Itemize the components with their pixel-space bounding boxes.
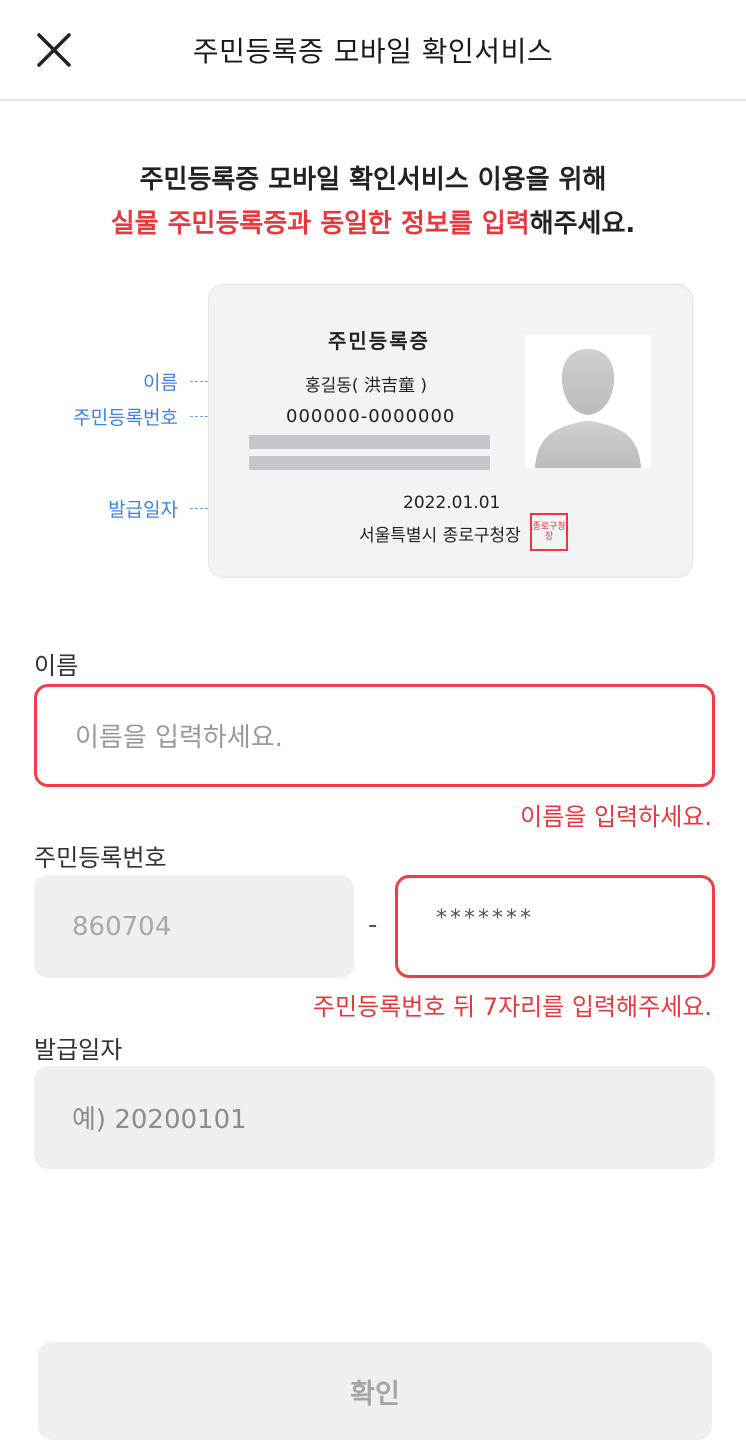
intro-highlight: 실물 주민등록증과 동일한 정보를 입력 — [110, 209, 530, 239]
card-address-bar — [249, 456, 490, 470]
rrn-error-message: 주민등록번호 뒤 7자리를 입력해주세요. — [312, 993, 712, 1021]
issue-date-input[interactable]: 예) 20200101 — [34, 1066, 715, 1169]
card-label-rrn: 주민등록번호 — [73, 407, 178, 429]
rrn-separator: - — [368, 910, 378, 940]
card-name: 홍길동( 洪吉童 ) — [305, 376, 427, 396]
issue-date-placeholder: 예) 20200101 — [72, 1105, 247, 1135]
seal-stamp-icon: 종로구청장 — [530, 513, 568, 551]
card-rrn: 000000-0000000 — [286, 406, 456, 427]
photo-placeholder — [525, 335, 651, 468]
rrn-front-value: 860704 — [72, 911, 172, 942]
intro-line-2: 실물 주민등록증과 동일한 정보를 입력해주세요. — [0, 202, 746, 246]
name-error-message: 이름을 입력하세요. — [520, 803, 712, 831]
intro-line-2-rest: 해주세요. — [529, 209, 636, 239]
rrn-front-input[interactable]: 860704 — [34, 875, 354, 978]
rrn-label: 주민등록번호 — [34, 844, 167, 872]
rrn-back-value: ******* — [436, 906, 534, 931]
page-title: 주민등록증 모바일 확인서비스 — [192, 35, 554, 68]
id-card-illustration: 주민등록증 홍길동( 洪吉童 ) 000000-0000000 2022.01.… — [208, 284, 693, 578]
name-label: 이름 — [34, 652, 79, 680]
card-title: 주민등록증 — [328, 329, 430, 353]
card-issue-date: 2022.01.01 — [403, 493, 501, 513]
name-input[interactable]: 이름을 입력하세요. — [34, 684, 715, 787]
card-label-issue-date: 발급일자 — [108, 499, 178, 521]
person-silhouette-icon — [535, 349, 641, 468]
issue-date-label: 발급일자 — [34, 1036, 123, 1064]
name-input-placeholder: 이름을 입력하세요. — [75, 723, 283, 753]
intro-line-1: 주민등록증 모바일 확인서비스 이용을 위해 — [139, 165, 607, 195]
card-address-bar — [249, 435, 490, 449]
intro-text: 주민등록증 모바일 확인서비스 이용을 위해 실물 주민등록증과 동일한 정보를… — [0, 158, 746, 246]
rrn-back-input[interactable]: ******* — [395, 875, 715, 978]
confirm-button[interactable]: 확인 — [38, 1342, 712, 1440]
card-label-name: 이름 — [143, 372, 178, 394]
header: 주민등록증 모바일 확인서비스 — [0, 0, 746, 101]
card-issuer: 서울특별시 종로구청장 — [359, 526, 521, 546]
